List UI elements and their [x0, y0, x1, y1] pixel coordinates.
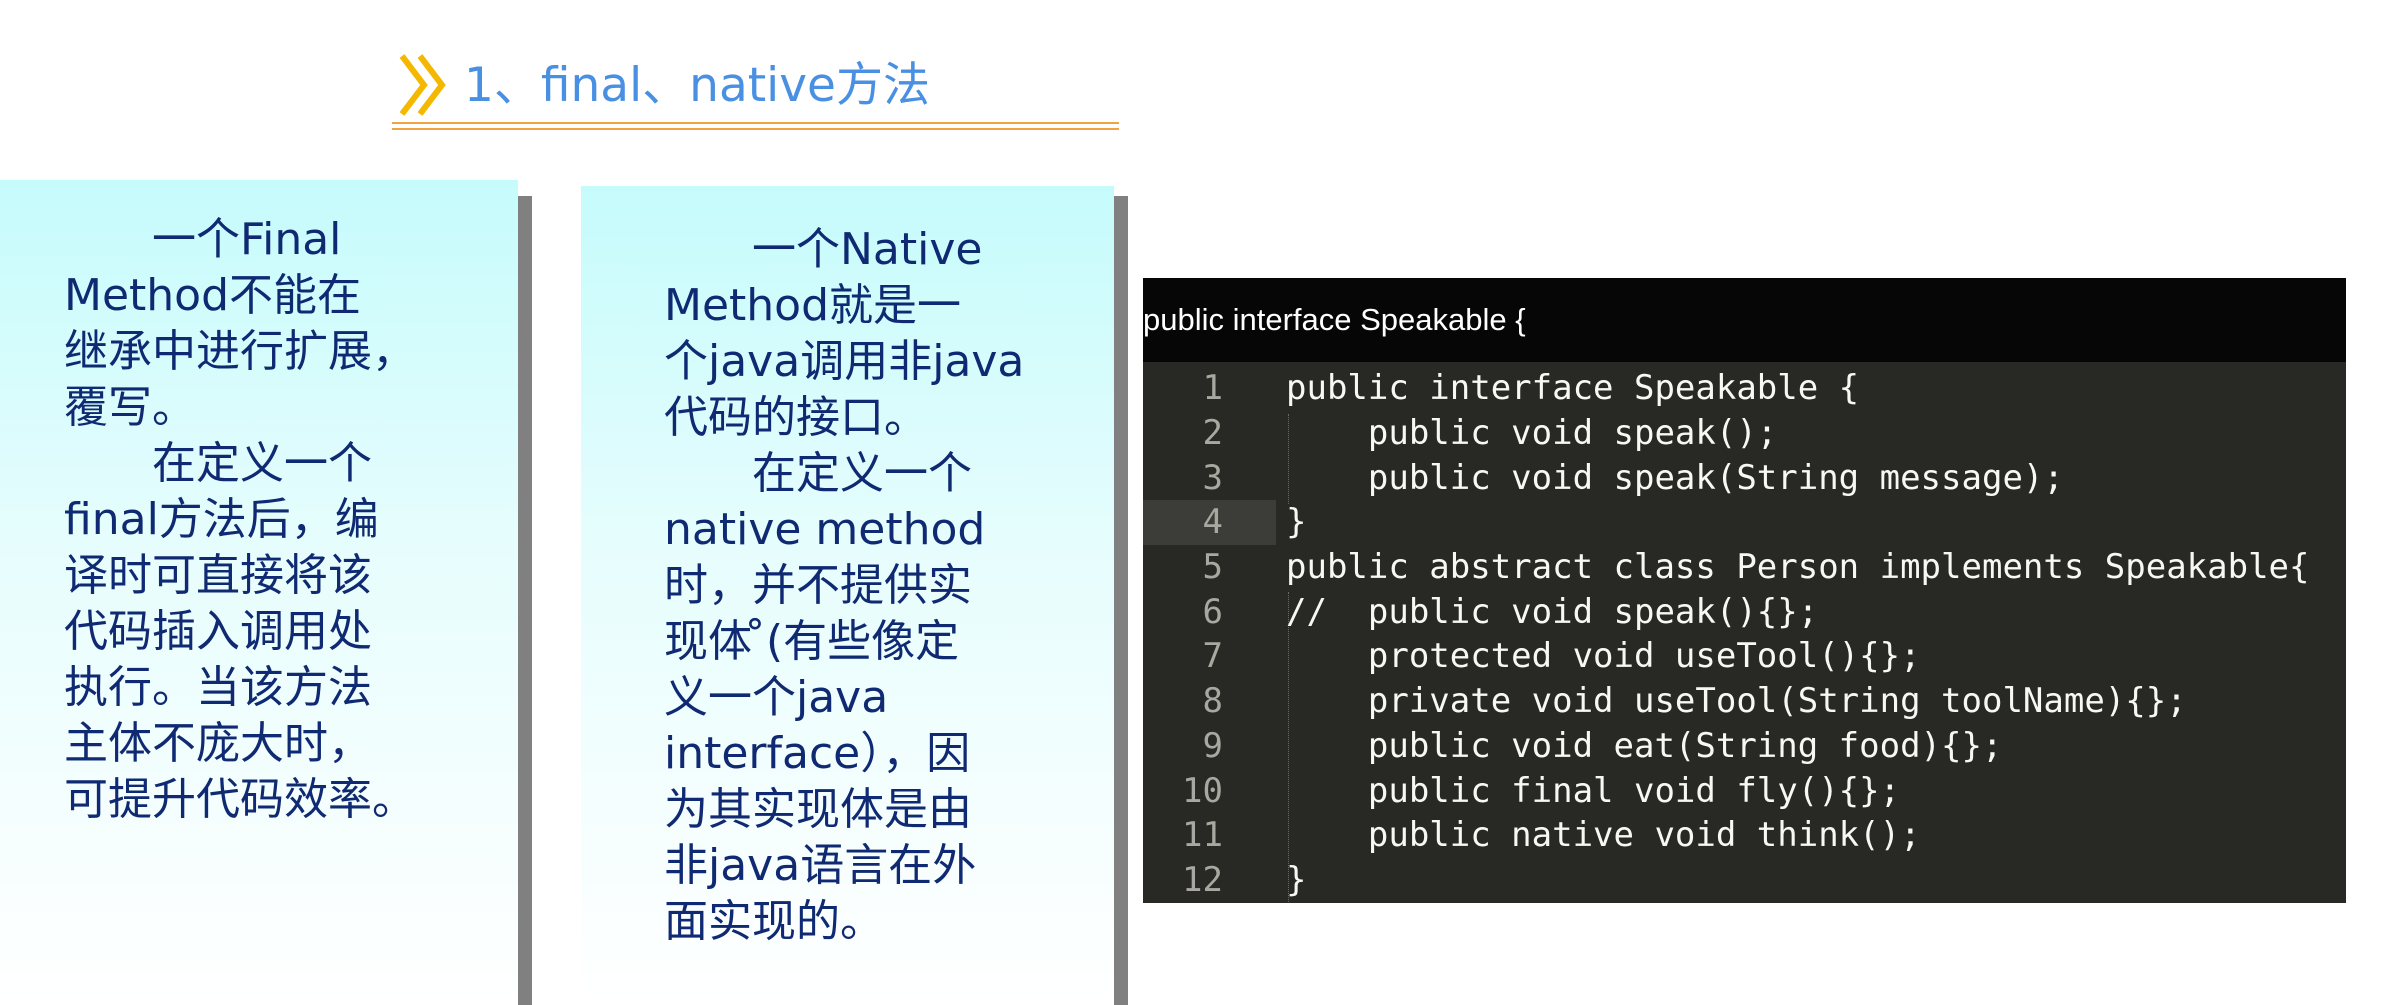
line-code: public void eat(String food){};: [1286, 725, 2003, 766]
line-number: 7: [1202, 636, 1223, 677]
code-line: 8 private void useTool(String toolName){…: [1143, 679, 2346, 724]
code-line: 11 public native void think();: [1143, 813, 2346, 858]
line-number: 2: [1202, 413, 1223, 454]
line-code: public void speak();: [1286, 413, 1778, 454]
double-chevron-right-icon: [399, 54, 446, 116]
code-line: 3 public void speak(String message);: [1143, 455, 2346, 500]
line-number: 12: [1182, 859, 1223, 900]
code-line: 2 public void speak();: [1143, 411, 2346, 456]
line-code: // public void speak(){};: [1286, 591, 1819, 632]
line-number: 11: [1182, 815, 1223, 856]
final-method-panel: 一个Final Method不能在 继承中进行扩展， 覆写。 在定义一个 fin…: [0, 180, 518, 1005]
section-heading: 1、final、native方法: [398, 42, 930, 128]
native-method-paragraph: 一个Native Method就是一 个java调用非java 代码的接口。: [664, 224, 1025, 443]
line-code: }: [1286, 502, 1307, 543]
final-method-paragraph: 一个Final Method不能在 继承中进行扩展， 覆写。: [64, 214, 416, 433]
panel-divider: [1114, 196, 1128, 1005]
code-line: 5 public abstract class Person implement…: [1143, 545, 2346, 590]
line-code: protected void useTool(){};: [1286, 636, 1921, 677]
line-number: 6: [1202, 591, 1223, 632]
code-editor-screenshot: public interface Speakable { 1 public in…: [1143, 278, 2346, 903]
line-number: 3: [1202, 457, 1223, 498]
line-code: public interface Speakable {: [1286, 368, 1860, 409]
line-number: 10: [1182, 770, 1223, 811]
line-code: public final void fly(){};: [1286, 770, 1901, 811]
code-line: 12 }: [1143, 858, 2346, 903]
line-number: 9: [1202, 725, 1223, 766]
code-line: 10 public final void fly(){};: [1143, 768, 2346, 813]
line-code: public void speak(String message);: [1286, 457, 2064, 498]
editor-title-bar: public interface Speakable {: [1143, 278, 2346, 362]
line-number: 5: [1202, 547, 1223, 588]
code-line: 6 // public void speak(){};: [1143, 589, 2346, 634]
native-method-paragraph: 在定义一个 native method 时，并不提供实 现体 ̊(有些像定 义一…: [664, 448, 986, 947]
code-body: 1 public interface Speakable { 2 public …: [1143, 362, 2346, 903]
line-number: 4: [1202, 502, 1223, 543]
code-line-current: 4 }: [1143, 500, 1306, 545]
line-code: public abstract class Person implements …: [1286, 547, 2310, 588]
code-line: 9 public void eat(String food){};: [1143, 724, 2346, 769]
code-line: 7 protected void useTool(){};: [1143, 634, 2346, 679]
final-method-paragraph: 在定义一个 final方法后，编 译时可直接将该 代码插入调用处 执行。当该方法…: [64, 438, 416, 825]
panel-divider: [518, 196, 532, 1005]
heading-underline-secondary: [392, 128, 1119, 130]
code-line: 1 public interface Speakable {: [1143, 366, 2346, 411]
line-code: private void useTool(String toolName){};: [1286, 681, 2187, 722]
line-number: 1: [1202, 368, 1223, 409]
native-method-panel: 一个Native Method就是一 个java调用非java 代码的接口。 在…: [581, 186, 1114, 1005]
line-code: }: [1286, 859, 1307, 900]
line-number: 8: [1202, 681, 1223, 722]
line-code: public native void think();: [1286, 815, 1921, 856]
heading-underline: [392, 122, 1119, 124]
section-title: 1、final、native方法: [464, 57, 930, 113]
